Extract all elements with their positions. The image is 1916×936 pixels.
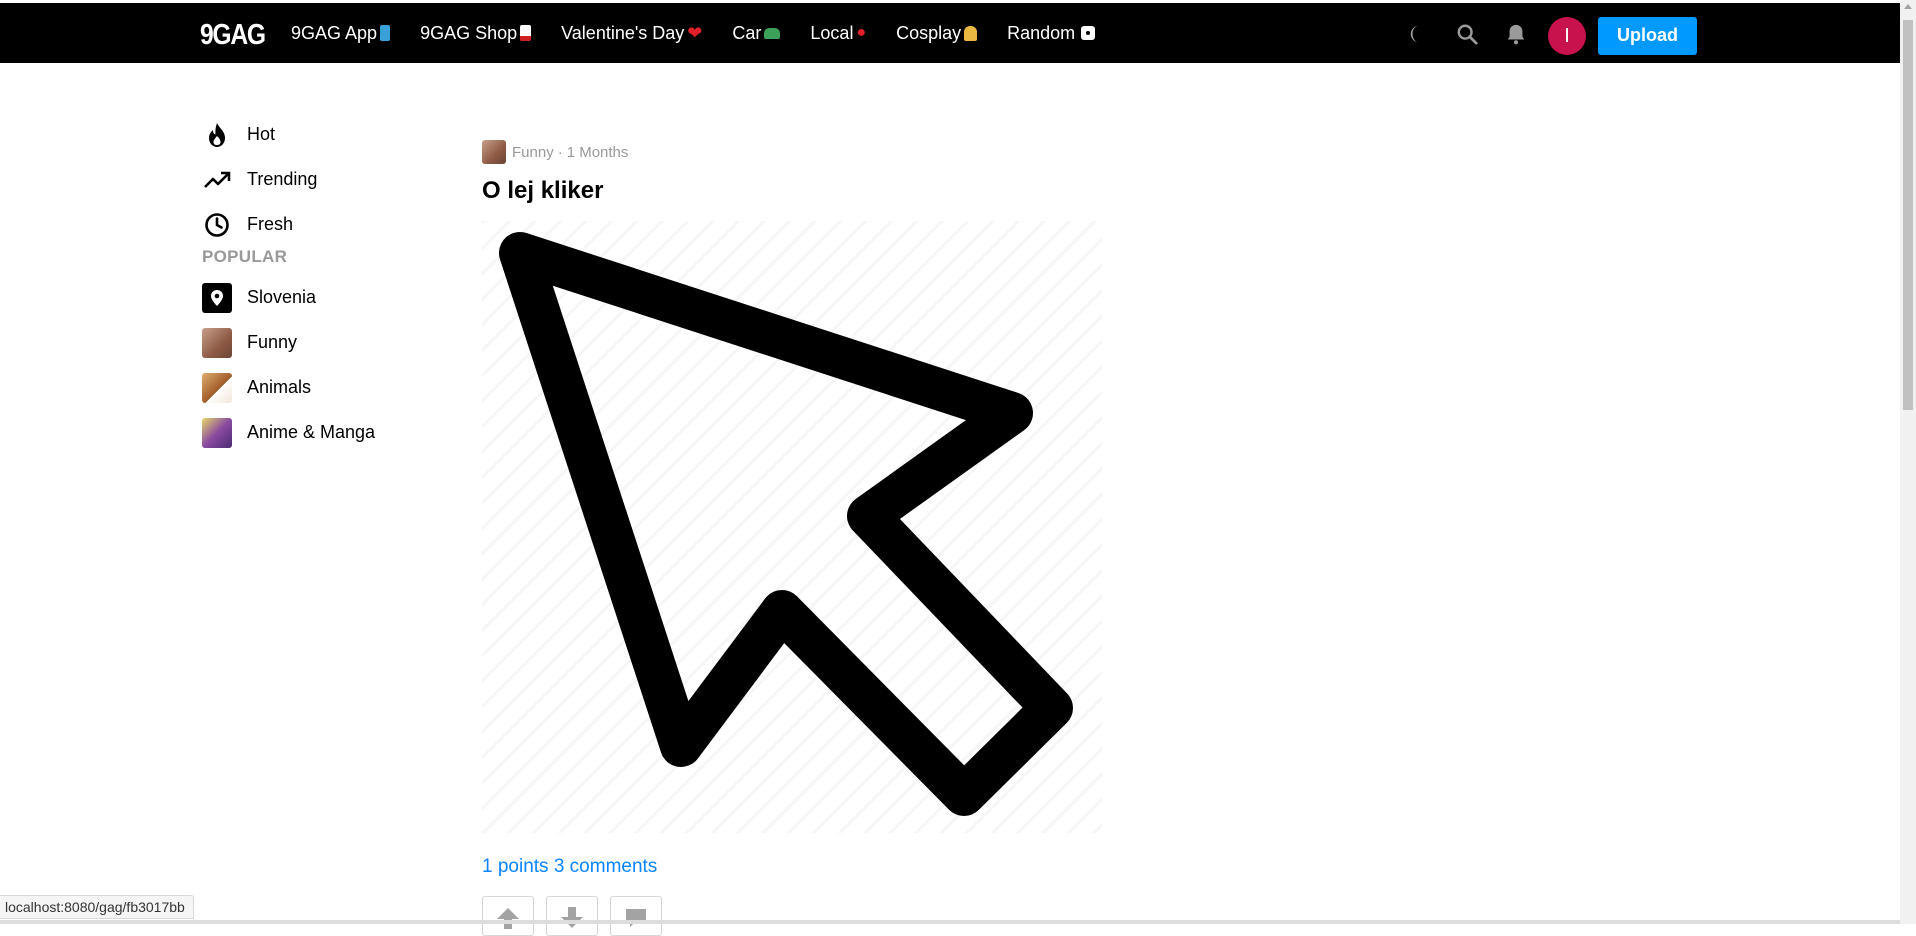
superhero-icon	[964, 25, 978, 41]
mobile-phone-icon	[380, 25, 391, 41]
trending-icon	[202, 165, 232, 195]
nav-label: Valentine's Day	[561, 22, 685, 43]
nav-label: 9GAG Shop	[420, 22, 518, 43]
nav-item-valentines-day[interactable]: Valentine's Day ❤	[561, 23, 702, 44]
post-title[interactable]: O lej kliker	[482, 177, 1102, 205]
cursor-arrow-illustration	[499, 232, 1073, 816]
moon-icon[interactable]	[1408, 23, 1430, 45]
slovenia-thumbnail	[202, 282, 232, 313]
popular-section-title: POPULAR	[202, 247, 288, 266]
browser-status-url: localhost:8080/gag/fb3017bb	[0, 895, 194, 919]
sidebar-item-label: Funny	[247, 332, 298, 352]
anime-thumbnail-wrap	[202, 417, 232, 448]
nav-item-local[interactable]: Local ●	[810, 23, 866, 44]
nav-item-random[interactable]: Random	[1007, 22, 1096, 44]
post-age: 1 Months	[566, 143, 629, 161]
post-actions	[482, 896, 1102, 936]
nav-item-9gag-shop[interactable]: 9GAG Shop	[420, 22, 532, 44]
page-scrollbar[interactable]	[1900, 0, 1916, 924]
comment-icon	[626, 909, 646, 927]
sidebar-item-animals[interactable]: Animals	[202, 365, 462, 410]
nav-label: Local	[810, 22, 854, 43]
scroll-up-arrow-icon[interactable]	[1904, 4, 1912, 9]
up-arrow-icon	[497, 908, 519, 929]
upload-button[interactable]: Upload	[1598, 17, 1697, 55]
funny-thumbnail-wrap	[202, 327, 232, 358]
sidebar-item-anime-manga[interactable]: Anime & Manga	[202, 410, 462, 455]
top-nav: 9GAG App 9GAG Shop Valentine's Day ❤ Car…	[291, 3, 1125, 63]
post-stats-link[interactable]: 1 points 3 comments	[482, 856, 1102, 878]
sidebar-item-slovenia[interactable]: Slovenia	[202, 275, 462, 320]
sidebar-item-hot[interactable]: Hot	[202, 112, 462, 157]
dice-icon	[1081, 26, 1096, 40]
post-section-link[interactable]: Funny	[512, 144, 554, 161]
meta-separator: ·	[557, 143, 563, 161]
post-card: Funny · 1 Months O lej kliker 1 points 3…	[482, 139, 1102, 936]
nav-label: Cosplay	[896, 22, 962, 43]
sidebar-item-label: Anime & Manga	[247, 422, 376, 442]
car-icon	[764, 27, 781, 39]
clock-icon	[202, 210, 232, 240]
bottom-divider	[0, 920, 1900, 924]
heart-icon: ❤	[687, 22, 703, 43]
nav-item-cosplay[interactable]: Cosplay	[896, 22, 978, 44]
pin-icon: ●	[856, 24, 867, 41]
comment-button[interactable]	[610, 896, 662, 936]
user-avatar-button[interactable]: I	[1548, 17, 1586, 55]
sidebar-item-label: Fresh	[247, 214, 294, 234]
top-navbar: 9GAG 9GAG App 9GAG Shop Valentine's Day …	[0, 3, 1900, 63]
fire-icon	[202, 120, 232, 150]
funny-thumbnail	[202, 327, 232, 358]
nav-item-9gag-app[interactable]: 9GAG App	[291, 22, 391, 44]
gift-icon	[520, 25, 532, 41]
nav-item-car[interactable]: Car	[732, 22, 781, 44]
downvote-button[interactable]	[546, 896, 598, 936]
sidebar-item-trending[interactable]: Trending	[202, 157, 462, 202]
animals-thumbnail	[202, 372, 232, 403]
post-image[interactable]	[482, 221, 1102, 833]
nav-label: 9GAG App	[291, 22, 378, 43]
down-arrow-icon	[561, 907, 583, 928]
sidebar-item-label: Slovenia	[247, 287, 317, 307]
sidebar-item-label: Trending	[247, 169, 318, 189]
animals-thumbnail-wrap	[202, 372, 232, 403]
upvote-button[interactable]	[482, 896, 534, 936]
bell-icon[interactable]	[1505, 23, 1527, 45]
anime-thumbnail	[202, 417, 232, 448]
sidebar-item-fresh[interactable]: Fresh	[202, 202, 462, 247]
location-pin-icon	[202, 282, 232, 313]
sidebar-item-label: Hot	[247, 124, 276, 144]
nav-label: Random	[1007, 22, 1076, 43]
scrollbar-thumb[interactable]	[1903, 20, 1913, 410]
search-icon[interactable]	[1456, 23, 1478, 45]
left-sidebar: Hot Trending Fresh POPULAR Slovenia Funn…	[202, 112, 462, 455]
9gag-logo[interactable]: 9GAG	[200, 19, 266, 52]
post-meta: Funny · 1 Months	[482, 139, 1102, 165]
sidebar-item-label: Animals	[247, 377, 312, 397]
section-avatar[interactable]	[482, 140, 506, 164]
nav-label: Car	[732, 22, 762, 43]
sidebar-item-funny[interactable]: Funny	[202, 320, 462, 365]
